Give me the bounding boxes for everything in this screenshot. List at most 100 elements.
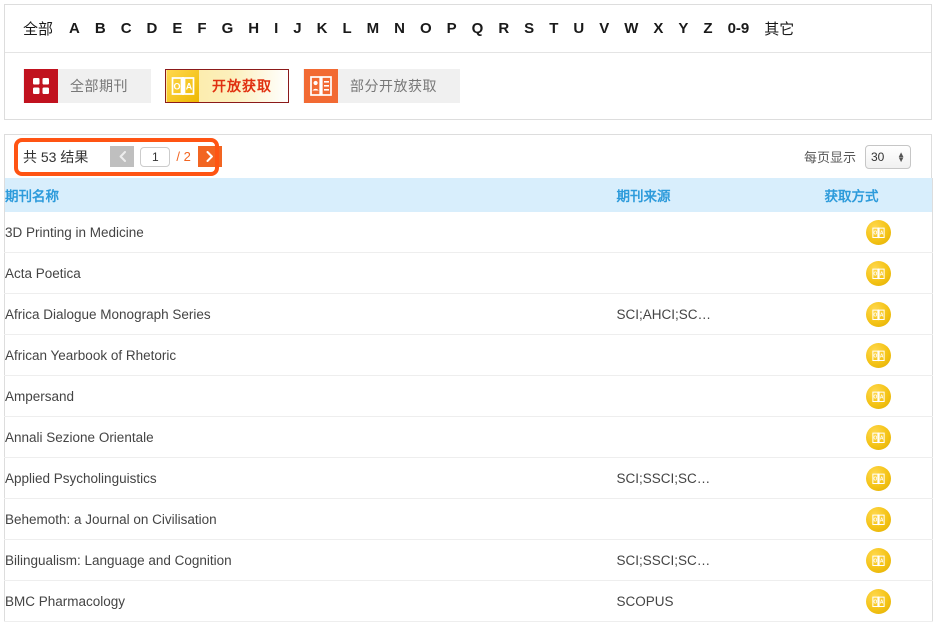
open-access-icon: OA bbox=[872, 268, 885, 279]
journal-source-cell: SCI;AHCI;SC… bbox=[616, 293, 825, 335]
svg-text:A: A bbox=[880, 558, 884, 564]
alphabet-item-f[interactable]: F bbox=[197, 18, 206, 39]
open-access-icon: OA bbox=[872, 227, 885, 238]
journal-name-cell[interactable]: 3D Printing in Medicine bbox=[4, 212, 617, 253]
alphabet-item-o[interactable]: O bbox=[420, 18, 432, 39]
access-type-cell: OA bbox=[824, 416, 933, 458]
alphabet-item-m[interactable]: M bbox=[367, 18, 380, 39]
alphabet-item-z[interactable]: Z bbox=[703, 18, 712, 39]
alphabet-item-c[interactable]: C bbox=[121, 18, 132, 39]
open-access-badge[interactable]: OA bbox=[865, 424, 891, 450]
pagination-prev-button[interactable] bbox=[110, 146, 135, 167]
column-header-access-type[interactable]: 获取方式 bbox=[824, 178, 933, 212]
open-access-book-icon: OA bbox=[166, 69, 200, 103]
alphabet-item-a[interactable]: A bbox=[69, 18, 80, 39]
open-access-book-icon: OA bbox=[167, 70, 199, 102]
svg-text:O: O bbox=[173, 82, 180, 92]
alphabet-item-g[interactable]: G bbox=[222, 18, 234, 39]
open-access-badge[interactable]: OA bbox=[865, 219, 891, 245]
filter-button-partial-open-access[interactable]: 部分开放获取 bbox=[303, 69, 460, 103]
access-type-cell: OA bbox=[824, 293, 933, 335]
results-toolbar: 共 53 结果 / 2 每页显示 30 ▲▼ bbox=[4, 134, 932, 178]
svg-text:A: A bbox=[880, 476, 884, 482]
journal-name-cell[interactable]: African Yearbook of Rhetoric bbox=[4, 334, 617, 376]
table-row[interactable]: 3D Printing in Medicine O A bbox=[4, 212, 933, 253]
column-header-journal-source[interactable]: 期刊来源 bbox=[616, 178, 825, 212]
alphabet-item-k[interactable]: K bbox=[317, 18, 328, 39]
open-access-badge[interactable]: OA bbox=[865, 547, 891, 573]
table-row[interactable]: Bilingualism: Language and Cognition SCI;… bbox=[4, 539, 933, 581]
journal-name-cell[interactable]: Africa Dialogue Monograph Series bbox=[4, 293, 617, 335]
alphabet-item-h[interactable]: H bbox=[248, 18, 259, 39]
pagination-page-input[interactable] bbox=[140, 146, 171, 167]
alphabet-item-b[interactable]: B bbox=[95, 18, 106, 39]
alphabet-item-r[interactable]: R bbox=[498, 18, 509, 39]
journal-name-cell[interactable]: BMC Pharmacology bbox=[4, 580, 617, 622]
alphabet-item-x[interactable]: X bbox=[653, 18, 663, 39]
alphabet-item-e[interactable]: E bbox=[172, 18, 182, 39]
open-access-badge[interactable]: OA bbox=[865, 301, 891, 327]
alphabet-item-i[interactable]: I bbox=[274, 18, 278, 39]
column-header-journal-name[interactable]: 期刊名称 bbox=[4, 178, 617, 212]
access-type-cell: OA bbox=[824, 252, 933, 294]
pagination-next-button[interactable] bbox=[197, 146, 222, 167]
svg-text:O: O bbox=[873, 558, 877, 564]
svg-text:O: O bbox=[873, 517, 877, 523]
filter-button-open-access[interactable]: O A 开放获取 bbox=[165, 69, 289, 103]
open-access-badge[interactable]: OA bbox=[865, 588, 891, 614]
access-type-cell: OA bbox=[824, 375, 933, 417]
access-type-cell: OA bbox=[824, 580, 933, 622]
alphabet-item-y[interactable]: Y bbox=[678, 18, 688, 39]
table-row[interactable]: Applied Psycholinguistics SCI;SSCI;SC… O A bbox=[4, 457, 933, 499]
journal-name-cell[interactable]: Annali Sezione Orientale bbox=[4, 416, 617, 458]
alphabet-item-全部[interactable]: 全部 bbox=[23, 16, 53, 41]
table-row[interactable]: Behemoth: a Journal on Civilisation O A bbox=[4, 498, 933, 540]
table-row[interactable]: Annali Sezione Orientale O A bbox=[4, 416, 933, 458]
per-page-value: 30 bbox=[871, 149, 885, 164]
table-row[interactable]: African Yearbook of Rhetoric O A bbox=[4, 334, 933, 376]
table-row[interactable]: Africa Dialogue Monograph Series SCI;AHCI… bbox=[4, 293, 933, 335]
grid-squares-icon bbox=[24, 69, 58, 103]
journal-name-cell[interactable]: Behemoth: a Journal on Civilisation bbox=[4, 498, 617, 540]
journal-name-cell[interactable]: Bilingualism: Language and Cognition bbox=[4, 539, 617, 581]
alphabet-item-u[interactable]: U bbox=[573, 18, 584, 39]
table-row[interactable]: Ampersand O A bbox=[4, 375, 933, 417]
filter-button-label: 开放获取 bbox=[212, 78, 272, 94]
alphabet-item-q[interactable]: Q bbox=[472, 18, 484, 39]
journal-name-cell[interactable]: Acta Poetica bbox=[4, 252, 617, 294]
open-access-badge[interactable]: OA bbox=[865, 260, 891, 286]
chevron-left-icon bbox=[119, 151, 126, 162]
journal-source-cell: SCI;SSCI;SC… bbox=[616, 457, 825, 499]
table-row[interactable]: BMC Pharmacology SCOPUS O A bbox=[4, 580, 933, 622]
alphabet-item-d[interactable]: D bbox=[147, 18, 158, 39]
open-access-icon: OA bbox=[872, 391, 885, 402]
alphabet-item-t[interactable]: T bbox=[549, 18, 558, 39]
filter-button-all-journals[interactable]: 全部期刊 bbox=[23, 69, 151, 103]
open-access-badge[interactable]: OA bbox=[865, 506, 891, 532]
results-toolbar-right: 每页显示 30 ▲ ▼ bbox=[804, 144, 919, 169]
alphabet-item-v[interactable]: V bbox=[599, 18, 609, 39]
access-type-cell: OA bbox=[824, 212, 933, 253]
alphabet-item-w[interactable]: W bbox=[624, 18, 638, 39]
journal-source-cell bbox=[616, 212, 825, 253]
per-page-select[interactable]: 30 ▲ ▼ bbox=[865, 144, 911, 169]
table-row[interactable]: Acta Poetica O A bbox=[4, 252, 933, 294]
alphabet-item-0-9[interactable]: 0-9 bbox=[728, 18, 750, 39]
svg-text:A: A bbox=[880, 435, 884, 441]
alphabet-item-其它[interactable]: 其它 bbox=[764, 16, 794, 41]
svg-text:O: O bbox=[873, 353, 877, 359]
journal-name-cell[interactable]: Applied Psycholinguistics bbox=[4, 457, 617, 499]
open-access-badge[interactable]: OA bbox=[865, 383, 891, 409]
open-access-icon: OA bbox=[872, 473, 885, 484]
alphabet-item-j[interactable]: J bbox=[293, 18, 301, 39]
alphabet-item-n[interactable]: N bbox=[394, 18, 405, 39]
journal-name-cell[interactable]: Ampersand bbox=[4, 375, 617, 417]
svg-text:O: O bbox=[873, 271, 877, 277]
alphabet-item-l[interactable]: L bbox=[342, 18, 351, 39]
partial-open-access-book-icon bbox=[304, 69, 338, 103]
alphabet-item-p[interactable]: P bbox=[447, 18, 457, 39]
open-access-badge[interactable]: OA bbox=[865, 342, 891, 368]
svg-text:A: A bbox=[880, 230, 884, 236]
alphabet-item-s[interactable]: S bbox=[524, 18, 534, 39]
open-access-badge[interactable]: OA bbox=[865, 465, 891, 491]
